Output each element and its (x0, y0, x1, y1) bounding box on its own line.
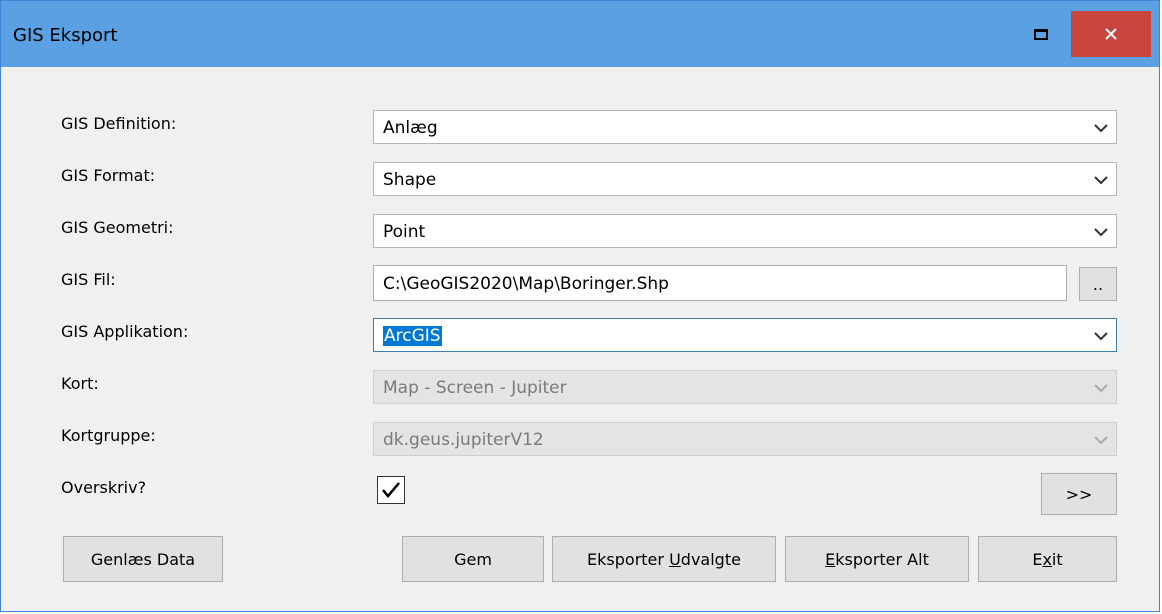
overwrite-checkbox[interactable] (377, 476, 405, 504)
file-label: GIS Fil: (61, 270, 116, 289)
chevron-down-icon (1094, 436, 1108, 445)
file-path-input[interactable]: C:\GeoGIS2020\Map\Boringer.Shp (373, 265, 1067, 301)
form-panel: GIS Definition: GIS Format: GIS Geometri… (9, 75, 1151, 605)
browse-button[interactable]: .. (1079, 267, 1117, 301)
map-group-value: dk.geus.jupiterV12 (383, 430, 544, 450)
gis-export-window: GIS Eksport GIS Definition: GIS Format: … (0, 0, 1160, 612)
map-value: Map - Screen - Jupiter (383, 378, 567, 398)
application-value: ArcGIS (383, 326, 442, 346)
geometry-label: GIS Geometri: (61, 218, 174, 237)
chevron-down-icon (1094, 228, 1108, 237)
chevron-down-icon (1094, 332, 1108, 341)
chevron-down-icon (1094, 384, 1108, 393)
export-selected-label: Eksporter Udvalgte (587, 550, 741, 569)
exit-button[interactable]: Exit (978, 536, 1117, 582)
map-group-dropdown[interactable]: dk.geus.jupiterV12 (373, 422, 1117, 456)
format-value: Shape (383, 170, 437, 190)
geometry-value: Point (383, 222, 426, 242)
map-group-label: Kortgruppe: (61, 426, 156, 445)
maximize-icon (1034, 29, 1048, 40)
save-label: Gem (454, 550, 492, 569)
check-icon (382, 482, 400, 498)
definition-value: Anlæg (383, 118, 438, 138)
export-selected-button[interactable]: Eksporter Udvalgte (552, 536, 776, 582)
definition-label: GIS Definition: (61, 114, 177, 133)
chevron-down-icon (1094, 176, 1108, 185)
format-label: GIS Format: (61, 166, 156, 185)
reload-data-button[interactable]: Genlæs Data (63, 536, 223, 582)
file-path-value: C:\GeoGIS2020\Map\Boringer.Shp (383, 274, 669, 294)
expand-label: >> (1065, 485, 1093, 504)
application-label: GIS Applikation: (61, 322, 189, 341)
title-bar[interactable]: GIS Eksport (1, 1, 1159, 67)
definition-dropdown[interactable]: Anlæg (373, 110, 1117, 144)
export-all-label: Eksporter Alt (825, 550, 929, 569)
maximize-button[interactable] (1016, 11, 1066, 57)
geometry-dropdown[interactable]: Point (373, 214, 1117, 248)
overwrite-label: Overskriv? (61, 478, 147, 497)
close-button[interactable] (1071, 11, 1151, 57)
close-icon (1105, 28, 1117, 40)
save-button[interactable]: Gem (402, 536, 544, 582)
map-label: Kort: (61, 374, 99, 393)
export-all-button[interactable]: Eksporter Alt (785, 536, 969, 582)
format-dropdown[interactable]: Shape (373, 162, 1117, 196)
map-dropdown[interactable]: Map - Screen - Jupiter (373, 370, 1117, 404)
window-title: GIS Eksport (13, 25, 118, 46)
expand-button[interactable]: >> (1041, 473, 1117, 515)
chevron-down-icon (1094, 124, 1108, 133)
browse-label: .. (1092, 275, 1104, 294)
reload-data-label: Genlæs Data (90, 550, 196, 569)
exit-label: Exit (1032, 550, 1063, 569)
application-dropdown[interactable]: ArcGIS (373, 318, 1117, 352)
